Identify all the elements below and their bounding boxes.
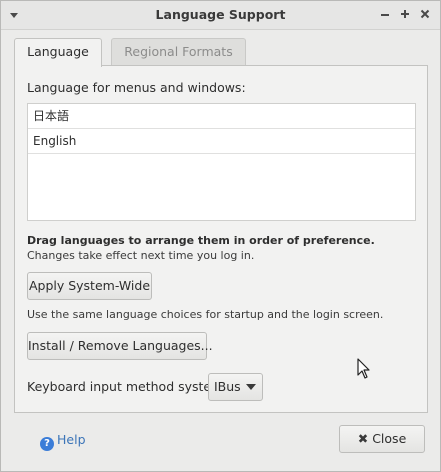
mouse-pointer-icon [357, 358, 370, 379]
menus-windows-label: Language for menus and windows: [27, 80, 246, 95]
changes-hint: Changes take effect next time you log in… [27, 249, 255, 262]
language-list-item[interactable]: English [28, 129, 415, 154]
language-list[interactable]: 日本語 English [27, 103, 416, 221]
close-label: Close [372, 431, 407, 446]
close-icon: ✖ [357, 431, 369, 446]
keyboard-input-method-value: IBus [214, 379, 241, 394]
drag-hint: Drag languages to arrange them in order … [27, 234, 375, 247]
window-close-icon[interactable] [417, 6, 433, 22]
close-button[interactable]: ✖ Close [339, 425, 425, 453]
window-title: Language Support [155, 7, 286, 22]
same-choices-hint: Use the same language choices for startu… [27, 308, 384, 321]
keyboard-input-method-select[interactable]: IBus [208, 373, 263, 401]
help-icon: ? [40, 437, 54, 451]
keyboard-input-label: Keyboard input method system: [27, 379, 228, 394]
apply-system-wide-button[interactable]: Apply System-Wide [27, 272, 152, 300]
help-button[interactable]: ? Help [40, 431, 86, 451]
help-label: Help [57, 432, 86, 447]
install-remove-languages-button[interactable]: Install / Remove Languages... [27, 332, 213, 360]
minimize-icon[interactable] [377, 6, 393, 22]
title-bar: Language Support [1, 1, 440, 30]
chevron-down-icon [246, 384, 256, 390]
maximize-icon[interactable] [397, 6, 413, 22]
language-support-window: Language Support Language Regional Forma… [0, 0, 441, 472]
tab-regional-formats[interactable]: Regional Formats [111, 38, 246, 65]
tab-language[interactable]: Language [14, 38, 102, 67]
language-list-item[interactable]: 日本語 [28, 104, 415, 129]
